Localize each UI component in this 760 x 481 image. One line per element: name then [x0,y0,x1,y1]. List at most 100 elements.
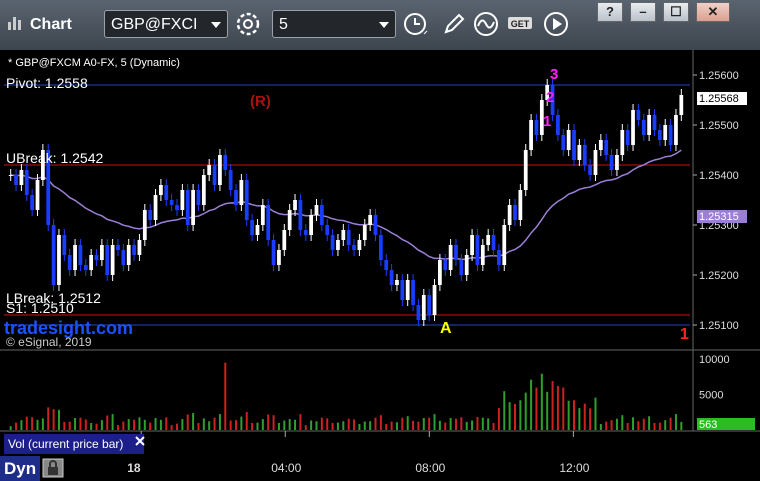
candle-body [78,245,83,265]
volume-bar [390,421,393,430]
candle-body [330,235,335,250]
volume-bar [181,419,184,430]
candle-body [491,235,496,250]
ma-price-label: 1.25315 [699,211,739,223]
volume-bar [369,421,372,430]
y-tick-label: 1.25400 [699,170,739,182]
candle-body [271,240,276,265]
candle-body [346,230,351,245]
minimize-button[interactable]: – [630,2,656,22]
volume-bar [272,415,275,430]
candle-body [266,205,271,240]
lock-icon[interactable] [42,458,64,478]
volume-bar [621,415,624,430]
interval-dropdown[interactable]: 5 [272,10,396,38]
volume-bar [100,420,103,430]
volume-bar [449,418,452,430]
candle-body [674,115,678,145]
candle-body [159,185,163,195]
volume-bar [288,419,291,430]
candle-body [148,210,153,220]
volume-bar [476,416,479,430]
gear-icon[interactable] [234,10,262,38]
volume-bar [138,417,141,430]
volume-bar [562,387,565,430]
volume-bar [277,422,280,430]
volume-bar [310,420,313,430]
volume-bar [116,425,119,430]
symbol-dropdown[interactable]: GBP@FXCI [104,10,228,38]
volume-bar [165,417,168,430]
volume-bar [519,400,522,430]
ubreak-label: UBreak: 1.2542 [6,150,103,166]
current-volume-label: 563 [699,419,717,431]
volume-tick-label: 10000 [699,354,730,366]
candle-body [185,190,190,225]
s1-label: S1: 1.2510 [6,300,74,316]
candle-body [395,280,399,285]
annotation-1-red: 1 [680,326,689,343]
candle-body [411,280,415,305]
y-tick-label: 1.25100 [699,320,739,332]
candle-body [464,255,469,275]
candle-body [180,190,185,210]
volume-bar [326,418,329,430]
volume-bar [229,420,232,430]
volume-bar [283,420,286,430]
volume-bar [336,422,339,430]
clock-icon[interactable] [402,10,430,38]
volume-bar [176,423,178,430]
volume-bar [594,397,597,430]
volume-bar [503,391,506,430]
maximize-button[interactable]: ☐ [663,2,689,22]
close-button[interactable]: ✕ [696,2,730,22]
volume-bar [379,415,382,430]
candle-body [448,245,453,270]
volume-bar [251,422,254,430]
candle-body [513,205,517,220]
volume-bar [406,416,409,430]
symbol-value: GBP@FXCI [111,16,198,33]
candle-body [293,200,297,210]
pencil-icon[interactable] [440,10,468,38]
candle-body [556,115,560,135]
candle-body [260,205,265,225]
get-icon[interactable]: GET [506,10,534,38]
candle-body [620,130,625,155]
volume-bar [111,414,114,430]
pivot-label: Pivot: 1.2558 [6,75,88,91]
price-chart[interactable]: 1.256001.255001.254001.253001.252001.251… [0,50,760,481]
candle-body [529,120,533,150]
volume-bar [524,392,527,430]
wave-icon[interactable] [472,10,500,38]
candle-body [373,215,378,235]
volume-bar [438,420,441,430]
candle-body [598,140,603,150]
candle-body [314,205,319,215]
candle-body [389,270,394,285]
candle-body [277,250,281,265]
candle-body [459,260,464,275]
volume-bar [154,418,157,430]
volume-bar [122,421,125,430]
candle-body [341,230,346,240]
candle-body [641,120,646,135]
volume-bar [481,417,484,430]
volume-bar [530,379,533,430]
volume-bar [680,421,683,430]
volume-bar [626,422,629,430]
volume-bar [197,422,200,430]
help-button[interactable]: ? [597,2,623,22]
volume-bar [540,373,543,430]
volume-bar [342,421,345,430]
volume-bar [417,421,420,430]
volume-bar [95,423,98,430]
dynamic-mode-label[interactable]: Dyn [0,456,40,481]
candle-body [325,225,330,235]
candle-body [110,245,115,275]
close-icon[interactable] [134,435,146,447]
candle-body [604,140,609,155]
play-icon[interactable] [542,10,570,38]
annotation-1-magenta: 1 [543,113,551,130]
volume-bar [90,422,93,430]
